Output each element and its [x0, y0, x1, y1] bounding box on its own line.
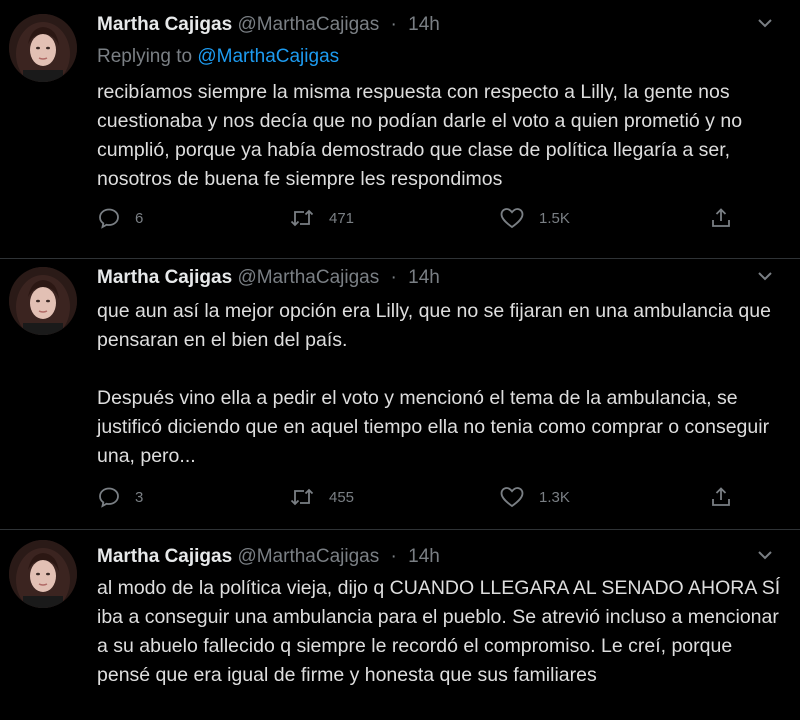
user-handle[interactable]: @MarthaCajigas: [237, 14, 379, 35]
like-count: 1.5K: [539, 209, 570, 227]
separator-dot: ·: [390, 267, 397, 288]
tweet-paragraph: al modo de la política vieja, dijo q CUA…: [97, 577, 781, 686]
comment-bubble-icon: [99, 487, 119, 508]
tweet-2[interactable]: Martha Cajigas @MarthaCajigas · 14h que …: [0, 259, 800, 529]
chevron-down-icon[interactable]: [754, 265, 776, 287]
avatar[interactable]: [9, 14, 77, 82]
reply-button[interactable]: 6: [97, 206, 143, 230]
reply-count: 3: [135, 488, 144, 506]
share-button[interactable]: [709, 485, 733, 509]
tweet-header: Martha Cajigas @MarthaCajigas · 14h: [97, 267, 440, 289]
replying-to-mention[interactable]: @MarthaCajigas: [197, 46, 339, 67]
retweet-count: 471: [329, 209, 355, 227]
chevron-down-icon[interactable]: [754, 544, 776, 566]
comment-bubble-icon: [99, 208, 119, 229]
tweet-text: al modo de la política vieja, dijo q CUA…: [97, 574, 787, 690]
tweet-3[interactable]: Martha Cajigas @MarthaCajigas · 14h al m…: [0, 530, 800, 720]
replying-to-line: Replying to @MarthaCajigas: [97, 46, 339, 68]
tweet-header: Martha Cajigas @MarthaCajigas · 14h: [97, 546, 440, 568]
avatar[interactable]: [9, 540, 77, 608]
profile-photo-icon: [9, 267, 77, 335]
retweet-arrows-icon: [290, 488, 314, 506]
share-upload-icon: [712, 208, 730, 227]
avatar[interactable]: [9, 267, 77, 335]
tweet-actions: 6 471 1.5K: [97, 206, 787, 236]
user-handle[interactable]: @MarthaCajigas: [237, 546, 379, 567]
display-name[interactable]: Martha Cajigas: [97, 267, 232, 288]
retweet-button[interactable]: 471: [289, 206, 354, 230]
share-button[interactable]: [709, 206, 733, 230]
like-button[interactable]: 1.5K: [499, 206, 570, 230]
retweet-button[interactable]: 455: [289, 485, 354, 509]
tweet-actions: 3 455 1.3K: [97, 485, 787, 515]
like-count: 1.3K: [539, 488, 570, 506]
retweet-count: 455: [329, 488, 355, 506]
heart-icon: [500, 208, 524, 229]
reply-count: 6: [135, 209, 144, 227]
share-upload-icon: [712, 487, 730, 506]
retweet-arrows-icon: [290, 209, 314, 227]
tweet-text: recibíamos siempre la misma respuesta co…: [97, 78, 787, 194]
user-handle[interactable]: @MarthaCajigas: [237, 267, 379, 288]
tweet-paragraph: recibíamos siempre la misma respuesta co…: [97, 81, 743, 190]
reply-button[interactable]: 3: [97, 485, 143, 509]
tweet-1[interactable]: Martha Cajigas @MarthaCajigas · 14h Repl…: [0, 0, 800, 258]
timestamp[interactable]: 14h: [408, 546, 440, 567]
timestamp[interactable]: 14h: [408, 14, 440, 35]
display-name[interactable]: Martha Cajigas: [97, 14, 232, 35]
timestamp[interactable]: 14h: [408, 267, 440, 288]
profile-photo-icon: [9, 540, 77, 608]
separator-dot: ·: [390, 14, 397, 35]
display-name[interactable]: Martha Cajigas: [97, 546, 232, 567]
tweet-paragraph: que aun así la mejor opción era Lilly, q…: [97, 300, 771, 351]
tweet-paragraph: Después vino ella a pedir el voto y menc…: [97, 387, 770, 467]
tweet-header: Martha Cajigas @MarthaCajigas · 14h: [97, 14, 440, 36]
replying-to-label: Replying to: [97, 46, 198, 67]
profile-photo-icon: [9, 14, 77, 82]
tweet-text: que aun así la mejor opción era Lilly, q…: [97, 297, 787, 471]
chevron-down-icon[interactable]: [754, 12, 776, 34]
like-button[interactable]: 1.3K: [499, 485, 570, 509]
heart-icon: [500, 487, 524, 508]
separator-dot: ·: [390, 546, 397, 567]
